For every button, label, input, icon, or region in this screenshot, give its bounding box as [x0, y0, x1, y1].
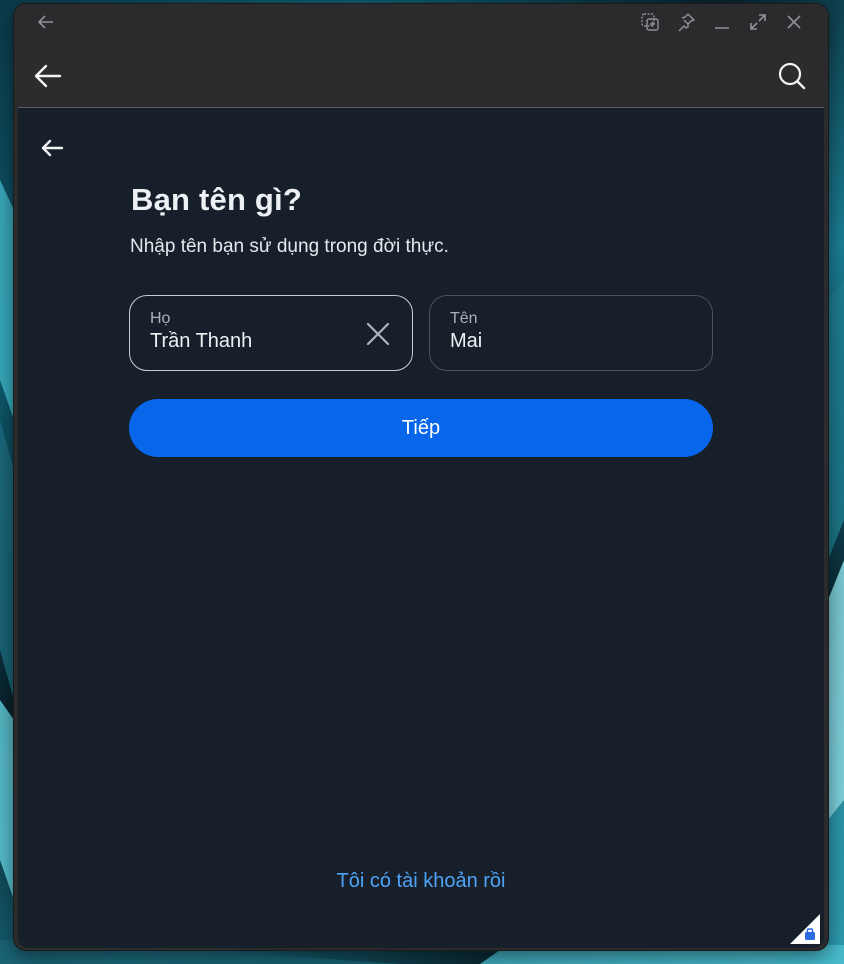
clear-icon[interactable] [364, 320, 392, 348]
page-title: Bạn tên gì? [131, 182, 302, 217]
first-name-label: Tên [450, 310, 478, 327]
close-icon[interactable] [784, 12, 804, 32]
arrow-left-icon[interactable] [32, 60, 64, 92]
have-account-link[interactable]: Tôi có tài khoản rồi [18, 870, 824, 893]
next-button[interactable]: Tiếp [129, 399, 713, 457]
app-window: Bạn tên gì? Nhập tên bạn sử dụng trong đ… [14, 4, 828, 950]
snap-layout-icon[interactable] [640, 12, 660, 32]
first-name-field[interactable]: Tên Mai [429, 295, 713, 371]
app-content: Bạn tên gì? Nhập tên bạn sử dụng trong đ… [18, 40, 824, 948]
last-name-label: Họ [150, 310, 171, 327]
first-name-input[interactable]: Mai [450, 330, 650, 353]
page-subtitle: Nhập tên bạn sử dụng trong đời thực. [130, 236, 449, 257]
back-arrow-icon[interactable] [36, 12, 56, 32]
minimize-icon[interactable] [712, 12, 732, 32]
pin-icon[interactable] [676, 12, 696, 32]
resize-handle-icon[interactable] [790, 914, 820, 944]
app-bar [18, 40, 824, 108]
back-icon[interactable] [38, 134, 66, 162]
title-bar [14, 4, 828, 40]
last-name-field[interactable]: Họ Trần Thanh [129, 295, 413, 371]
last-name-input[interactable]: Trần Thanh [150, 330, 350, 353]
maximize-icon[interactable] [748, 12, 768, 32]
search-icon[interactable] [776, 60, 808, 92]
